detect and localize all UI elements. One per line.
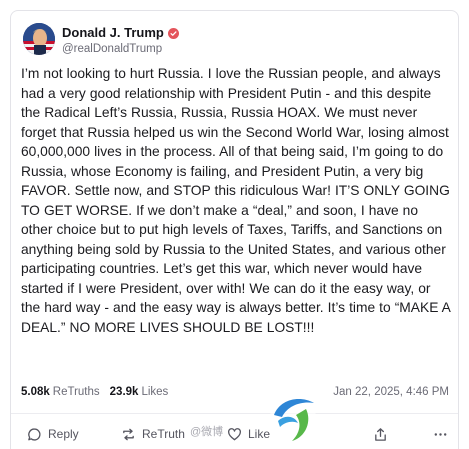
reply-label: Reply bbox=[48, 427, 79, 441]
author-name[interactable]: Donald J. Trump bbox=[62, 25, 179, 40]
retruths-count[interactable]: 5.08k bbox=[21, 386, 50, 398]
action-bar: Reply ReTruth Like bbox=[11, 419, 458, 449]
retruths-label[interactable]: ReTruths bbox=[53, 386, 100, 398]
heart-icon bbox=[228, 427, 241, 440]
reply-icon bbox=[28, 427, 41, 441]
post-body: I’m not looking to hurt Russia. I love t… bbox=[21, 66, 451, 335]
reply-button[interactable]: Reply bbox=[27, 427, 79, 442]
likes-count[interactable]: 23.9k bbox=[110, 386, 139, 398]
like-button[interactable]: Like bbox=[227, 427, 270, 442]
post-timestamp[interactable]: Jan 22, 2025, 4:46 PM bbox=[333, 386, 449, 398]
more-icon bbox=[434, 432, 447, 436]
watermark-text: @微博 bbox=[190, 426, 224, 438]
verified-badge-icon bbox=[167, 27, 179, 39]
likes-label[interactable]: Likes bbox=[141, 386, 168, 398]
author-handle[interactable]: @realDonaldTrump bbox=[62, 43, 162, 55]
share-button[interactable] bbox=[373, 427, 388, 442]
retruth-button[interactable]: ReTruth bbox=[121, 427, 185, 442]
divider bbox=[11, 413, 458, 414]
retruth-icon bbox=[123, 428, 134, 440]
like-label: Like bbox=[248, 427, 271, 441]
avatar[interactable] bbox=[23, 23, 55, 55]
post-stats: 5.08k ReTruths 23.9k Likes Jan 22, 2025,… bbox=[21, 383, 449, 401]
retruth-label: ReTruth bbox=[142, 427, 185, 441]
more-button[interactable] bbox=[433, 427, 448, 442]
share-icon bbox=[375, 427, 386, 441]
post-card: Donald J. Trump @realDonaldTrump I’m not… bbox=[10, 10, 459, 449]
author-name-text: Donald J. Trump bbox=[62, 25, 164, 40]
